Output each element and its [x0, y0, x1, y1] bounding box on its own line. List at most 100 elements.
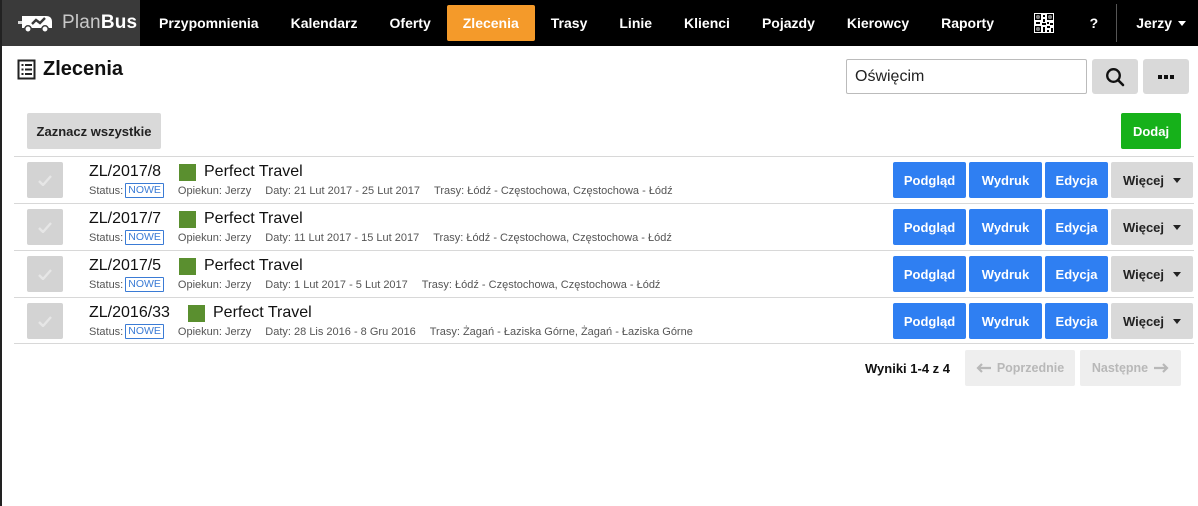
more-dropdown-button[interactable]: Więcej — [1111, 256, 1193, 292]
preview-button[interactable]: Podgląd — [893, 162, 966, 198]
main-menu: Przypomnienia Kalendarz Oferty Zlecenia Tras… — [143, 0, 1010, 46]
status-label: Status: — [89, 278, 124, 291]
row-checkbox[interactable] — [27, 256, 63, 292]
nav-item-kierowcy[interactable]: Kierowcy — [831, 5, 925, 41]
add-button[interactable]: Dodaj — [1121, 113, 1181, 149]
qr-code-icon[interactable] — [1033, 13, 1054, 33]
guardian-text: Opiekun: Jerzy — [177, 184, 252, 197]
arrow-right-icon — [1154, 363, 1169, 373]
more-dropdown-button[interactable]: Więcej — [1111, 209, 1193, 245]
top-navbar: PlanBus Przypomnienia Kalendarz Oferty Zlec… — [2, 0, 1198, 46]
client-color-swatch — [179, 163, 196, 181]
nav-item-pojazdy[interactable]: Pojazdy — [746, 5, 831, 41]
search-input[interactable] — [846, 59, 1087, 94]
order-row: ZL/2017/7 Perfect Travel Status: NOWE Op… — [14, 203, 1194, 250]
routes-text: Trasy: Łódź - Częstochowa, Częstochowa -… — [421, 278, 661, 291]
more-label: Więcej — [1122, 266, 1165, 282]
nav-item-przypomnienia[interactable]: Przypomnienia — [143, 5, 275, 41]
nav-item-trasy[interactable]: Trasy — [535, 5, 604, 41]
help-link[interactable]: ? — [1072, 15, 1117, 31]
more-dropdown-button[interactable]: Więcej — [1111, 303, 1193, 339]
dates-text: Daty: 11 Lut 2017 - 15 Lut 2017 — [265, 231, 420, 244]
next-page-button[interactable]: Następne — [1080, 350, 1181, 386]
row-checkbox[interactable] — [27, 209, 63, 245]
caret-down-icon — [1173, 271, 1182, 277]
ellipsis-icon — [1158, 74, 1174, 79]
nav-item-linie[interactable]: Linie — [603, 5, 668, 41]
print-button[interactable]: Wydruk — [969, 256, 1042, 292]
nav-item-zlecenia[interactable]: Zlecenia — [446, 5, 535, 41]
print-button[interactable]: Wydruk — [969, 303, 1042, 339]
select-all-button[interactable]: Zaznacz wszystkie — [27, 113, 161, 149]
brand-logo[interactable]: PlanBus — [2, 0, 140, 46]
nav-item-raporty[interactable]: Raporty — [925, 5, 1010, 41]
row-checkbox[interactable] — [27, 162, 63, 198]
edit-button[interactable]: Edycja — [1045, 162, 1108, 198]
order-row: ZL/2017/8 Perfect Travel Status: NOWE Op… — [14, 156, 1194, 203]
more-label: Więcej — [1122, 313, 1165, 329]
caret-down-icon — [1178, 20, 1186, 26]
navbar-right: ? Jerzy — [1033, 0, 1198, 46]
client-name: Perfect Travel — [213, 304, 312, 321]
checkmark-icon — [38, 315, 52, 327]
page-title: Zlecenia — [43, 58, 124, 80]
nav-item-kalendarz[interactable]: Kalendarz — [275, 5, 374, 41]
order-meta: Status: NOWE Opiekun: Jerzy Daty: 11 Lut… — [89, 230, 672, 245]
preview-button[interactable]: Podgląd — [893, 209, 966, 245]
dates-text: Daty: 21 Lut 2017 - 25 Lut 2017 — [265, 184, 421, 197]
order-meta: Status: NOWE Opiekun: Jerzy Daty: 21 Lut… — [89, 183, 673, 198]
caret-down-icon — [1173, 224, 1182, 230]
checkmark-icon — [38, 174, 52, 186]
status-label: Status: — [89, 184, 124, 197]
order-client: Perfect Travel — [179, 163, 303, 181]
guardian-text: Opiekun: Jerzy — [177, 325, 252, 338]
nav-item-oferty[interactable]: Oferty — [374, 5, 447, 41]
more-label: Więcej — [1122, 219, 1165, 235]
app-frame: PlanBus Przypomnienia Kalendarz Oferty Zlec… — [0, 0, 1198, 506]
preview-button[interactable]: Podgląd — [893, 256, 966, 292]
order-row: ZL/2017/5 Perfect Travel Status: NOWE Op… — [14, 250, 1194, 297]
previous-page-button[interactable]: Poprzednie — [965, 350, 1075, 386]
order-meta: Status: NOWE Opiekun: Jerzy Daty: 28 Lis… — [89, 324, 693, 339]
order-code[interactable]: ZL/2017/7 — [89, 210, 161, 228]
more-dropdown-button[interactable]: Więcej — [1111, 162, 1193, 198]
routes-text: Trasy: Łódź - Częstochowa, Częstochowa -… — [434, 184, 673, 197]
order-client: Perfect Travel — [188, 304, 312, 322]
preview-button[interactable]: Podgląd — [893, 303, 966, 339]
page-header: Zlecenia — [17, 58, 123, 81]
guardian-text: Opiekun: Jerzy — [177, 278, 252, 291]
arrow-left-icon — [976, 363, 991, 373]
row-checkbox[interactable] — [27, 303, 63, 339]
client-name: Perfect Travel — [204, 163, 303, 180]
client-name: Perfect Travel — [204, 210, 303, 227]
order-code[interactable]: ZL/2017/5 — [89, 257, 161, 275]
edit-button[interactable]: Edycja — [1045, 303, 1108, 339]
client-color-swatch — [188, 304, 205, 322]
order-code[interactable]: ZL/2016/33 — [89, 304, 170, 322]
edit-button[interactable]: Edycja — [1045, 256, 1108, 292]
more-label: Więcej — [1122, 172, 1165, 188]
row-actions: Podgląd Wydruk Edycja Więcej — [893, 162, 1193, 198]
dates-text: Daty: 28 Lis 2016 - 8 Gru 2016 — [265, 325, 416, 338]
brand-name: PlanBus — [62, 12, 138, 33]
print-button[interactable]: Wydruk — [969, 162, 1042, 198]
client-color-swatch — [179, 210, 196, 228]
document-list-icon — [17, 59, 36, 80]
edit-button[interactable]: Edycja — [1045, 209, 1108, 245]
client-name: Perfect Travel — [204, 257, 303, 274]
routes-text: Trasy: Łódź - Częstochowa, Częstochowa -… — [433, 231, 672, 244]
status-badge: NOWE — [125, 230, 164, 245]
order-code[interactable]: ZL/2017/8 — [89, 163, 161, 181]
status-badge: NOWE — [125, 324, 164, 339]
row-actions: Podgląd Wydruk Edycja Więcej — [893, 256, 1193, 292]
client-color-swatch — [179, 257, 196, 275]
caret-down-icon — [1173, 318, 1182, 324]
nav-item-klienci[interactable]: Klienci — [668, 5, 746, 41]
print-button[interactable]: Wydruk — [969, 209, 1042, 245]
more-options-button[interactable] — [1143, 59, 1189, 94]
user-menu[interactable]: Jerzy — [1117, 15, 1198, 31]
previous-page-label: Poprzednie — [996, 361, 1065, 375]
search-button[interactable] — [1092, 59, 1138, 94]
row-actions: Podgląd Wydruk Edycja Więcej — [893, 209, 1193, 245]
results-count: Wyniki 1-4 z 4 — [865, 361, 951, 376]
